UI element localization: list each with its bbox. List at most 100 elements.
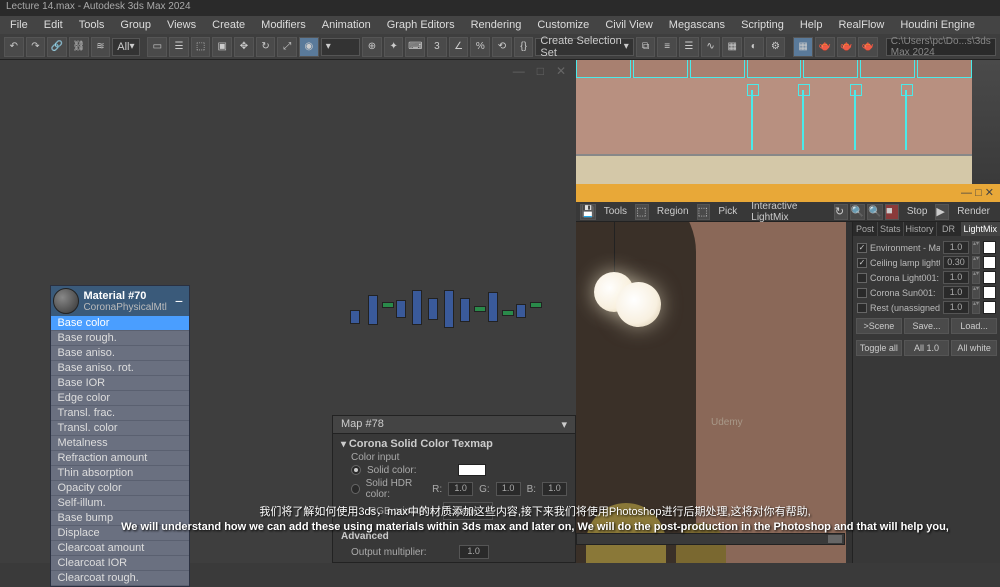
spinner-icon[interactable]: ▴▾ <box>972 301 980 314</box>
redo-icon[interactable]: ↷ <box>26 37 46 57</box>
teapot-icon[interactable]: 🫖 <box>815 37 835 57</box>
render-frame-icon[interactable]: ▦ <box>793 37 813 57</box>
lightmix-checkbox[interactable] <box>857 273 867 283</box>
tab-post[interactable]: Post <box>853 222 878 236</box>
material-param[interactable]: Transl. frac. <box>51 406 189 421</box>
close-icon[interactable]: ✕ <box>556 64 566 78</box>
filter-dropdown[interactable]: All ▾ <box>112 38 139 56</box>
menu-houdini[interactable]: Houdini Engine <box>892 17 983 33</box>
select-icon[interactable]: ▭ <box>147 37 167 57</box>
lightmix-value[interactable]: 1.0 <box>943 301 969 314</box>
lightmix-checkbox[interactable]: ✓ <box>857 258 867 268</box>
stop-button[interactable]: Stop <box>901 205 934 218</box>
toggle-all-button[interactable]: Toggle all <box>856 340 902 356</box>
named-sel-icon[interactable]: {} <box>514 37 534 57</box>
menu-customize[interactable]: Customize <box>529 17 597 33</box>
window-cross-icon[interactable]: ▣ <box>212 37 232 57</box>
tab-history[interactable]: History <box>904 222 937 236</box>
spinner-icon[interactable]: ▴▾ <box>972 241 980 254</box>
map-tab[interactable]: Map #78▾ <box>333 416 575 434</box>
render-setup-icon[interactable]: ⚙ <box>766 37 786 57</box>
pick-icon[interactable]: ⬚ <box>697 204 711 220</box>
menu-file[interactable]: File <box>2 17 36 33</box>
lightmix-button[interactable]: Interactive LightMix <box>745 200 830 224</box>
project-path[interactable]: C:\Users\pc\Do...s\3ds Max 2024 <box>886 38 996 56</box>
manip-icon[interactable]: ✦ <box>384 37 404 57</box>
menu-modifiers[interactable]: Modifiers <box>253 17 314 33</box>
lightmix-value[interactable]: 1.0 <box>943 271 969 284</box>
scale-icon[interactable]: ⤢ <box>277 37 297 57</box>
unlink-icon[interactable]: ⛓ <box>69 37 89 57</box>
menu-scripting[interactable]: Scripting <box>733 17 792 33</box>
material-param[interactable]: Refraction amount <box>51 451 189 466</box>
color-swatch[interactable] <box>458 464 486 476</box>
pick-button[interactable]: Pick <box>712 205 743 218</box>
menu-tools[interactable]: Tools <box>71 17 113 33</box>
chevron-down-icon[interactable]: ▾ <box>561 418 567 431</box>
lightmix-value[interactable]: 1.0 <box>943 286 969 299</box>
spinner-icon[interactable]: ▴▾ <box>972 271 980 284</box>
all-white-button[interactable]: All white <box>951 340 997 356</box>
spinner-icon[interactable]: ▴▾ <box>972 286 980 299</box>
menu-views[interactable]: Views <box>159 17 204 33</box>
mirror-icon[interactable]: ⧉ <box>636 37 656 57</box>
lightmix-color[interactable] <box>983 271 996 284</box>
zoom-icon[interactable]: 🔍 <box>850 204 866 220</box>
material-node[interactable]: Material #70 CoronaPhysicalMtl − Base co… <box>50 285 190 587</box>
solid-color-radio[interactable] <box>351 465 361 475</box>
material-param[interactable]: Metalness <box>51 436 189 451</box>
hdr-color-radio[interactable] <box>351 484 360 494</box>
g-input[interactable]: 1.0 <box>496 482 521 496</box>
h-scrollbar[interactable] <box>576 533 845 545</box>
render-button[interactable]: Render <box>951 205 996 218</box>
lightmix-color[interactable] <box>983 286 996 299</box>
zoom2-icon[interactable]: 🔍 <box>867 204 883 220</box>
layers-icon[interactable]: ☰ <box>679 37 699 57</box>
b-input[interactable]: 1.0 <box>542 482 567 496</box>
minimize-icon[interactable]: — <box>513 64 525 78</box>
schematic-icon[interactable]: ▦ <box>722 37 742 57</box>
rotate-icon[interactable]: ↻ <box>256 37 276 57</box>
render-icon[interactable]: ▶ <box>935 204 949 220</box>
material-param[interactable]: Clearcoat rough. <box>51 571 189 586</box>
move-icon[interactable]: ✥ <box>234 37 254 57</box>
lightmix-value[interactable]: 0.30 <box>943 256 969 269</box>
undo-icon[interactable]: ↶ <box>4 37 24 57</box>
lightmix-color[interactable] <box>983 301 996 314</box>
all-1-button[interactable]: All 1.0 <box>904 340 950 356</box>
snap3-icon[interactable]: 3 <box>427 37 447 57</box>
selection-set-dropdown[interactable]: Create Selection Set ▾ <box>535 38 633 56</box>
teapot2-icon[interactable]: 🫖 <box>837 37 857 57</box>
refresh-icon[interactable]: ↻ <box>834 204 848 220</box>
region-button[interactable]: Region <box>651 205 695 218</box>
align-icon[interactable]: ≡ <box>657 37 677 57</box>
material-param[interactable]: Thin absorption <box>51 466 189 481</box>
menu-animation[interactable]: Animation <box>314 17 379 33</box>
material-param[interactable]: Base IOR <box>51 376 189 391</box>
lightmix-checkbox[interactable] <box>857 303 867 313</box>
menu-megascans[interactable]: Megascans <box>661 17 733 33</box>
tab-dr[interactable]: DR <box>937 222 962 236</box>
lightmix-color[interactable] <box>983 241 996 254</box>
material-editor-icon[interactable]: ◐ <box>744 37 764 57</box>
output-mult-input[interactable]: 1.0 <box>459 545 489 559</box>
save-icon[interactable]: 💾 <box>580 204 596 220</box>
material-param[interactable]: Base rough. <box>51 331 189 346</box>
tab-stats[interactable]: Stats <box>878 222 904 236</box>
material-param[interactable]: Base aniso. <box>51 346 189 361</box>
menu-graph[interactable]: Graph Editors <box>379 17 463 33</box>
bind-icon[interactable]: ≋ <box>91 37 111 57</box>
pivot-icon[interactable]: ⊕ <box>362 37 382 57</box>
maximize-icon[interactable]: □ <box>537 64 544 78</box>
lightmix-color[interactable] <box>983 256 996 269</box>
percent-snap-icon[interactable]: % <box>470 37 490 57</box>
link-icon[interactable]: 🔗 <box>47 37 67 57</box>
load-button[interactable]: Load... <box>951 318 997 334</box>
curve-editor-icon[interactable]: ∿ <box>701 37 721 57</box>
material-param[interactable]: Edge color <box>51 391 189 406</box>
menu-create[interactable]: Create <box>204 17 253 33</box>
material-param[interactable]: Clearcoat amount <box>51 541 189 556</box>
material-param[interactable]: Base color <box>51 316 189 331</box>
menu-edit[interactable]: Edit <box>36 17 71 33</box>
material-param[interactable]: Base aniso. rot. <box>51 361 189 376</box>
